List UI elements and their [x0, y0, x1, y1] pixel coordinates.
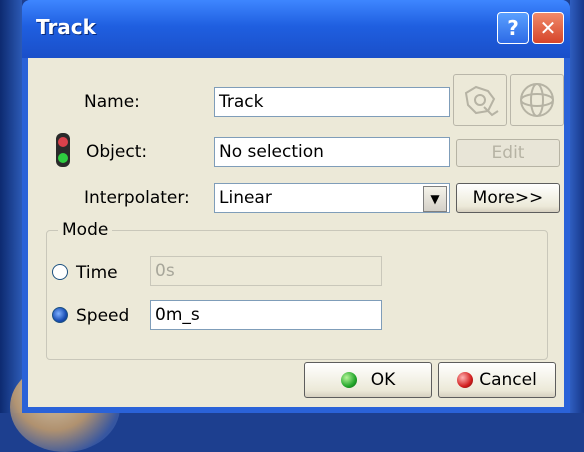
- dialog-title: Track: [36, 15, 96, 39]
- cancel-button[interactable]: Cancel: [438, 362, 556, 398]
- help-button[interactable]: ?: [497, 12, 529, 44]
- traffic-light-icon: [52, 131, 74, 175]
- close-button[interactable]: ✕: [532, 12, 564, 44]
- dropdown-arrow-icon[interactable]: ▼: [423, 186, 447, 212]
- interpolater-label: Interpolater:: [84, 188, 190, 208]
- title-bar[interactable]: Track ? ✕: [22, 0, 570, 58]
- object-label: Object:: [86, 142, 148, 162]
- more-button[interactable]: More>>: [456, 183, 560, 213]
- sphere-view-button[interactable]: [510, 74, 564, 126]
- time-radio[interactable]: [52, 264, 68, 280]
- interpolater-select[interactable]: Linear ▼: [214, 183, 450, 213]
- camera-capture-button[interactable]: [453, 74, 507, 126]
- dialog-client-area: Name: Track Object: No selection Edit In…: [28, 58, 564, 407]
- cancel-label: Cancel: [479, 370, 537, 390]
- name-label: Name:: [84, 92, 140, 112]
- time-label: Time: [76, 263, 118, 283]
- mode-legend: Mode: [58, 220, 113, 240]
- mode-group: [46, 230, 548, 360]
- speed-radio[interactable]: [52, 307, 68, 323]
- camera-icon: [464, 85, 499, 117]
- object-field[interactable]: No selection: [214, 137, 450, 167]
- ok-green-dot-icon: [340, 372, 357, 388]
- name-field[interactable]: Track: [214, 87, 450, 117]
- time-field[interactable]: 0s: [150, 256, 382, 286]
- desktop-left-strip: [0, 0, 22, 413]
- sphere-icon: [520, 83, 554, 117]
- speed-field[interactable]: 0m_s: [150, 300, 382, 330]
- ok-label: OK: [370, 370, 396, 390]
- desktop-right-strip: [570, 0, 584, 413]
- track-dialog: Track ? ✕ Name: Track Object: No selecti…: [22, 0, 570, 413]
- interpolater-value: Linear: [219, 188, 272, 208]
- cancel-red-dot-icon: [457, 372, 474, 388]
- edit-button[interactable]: Edit: [456, 139, 560, 167]
- ok-button[interactable]: OK: [304, 362, 432, 398]
- speed-label: Speed: [76, 306, 130, 326]
